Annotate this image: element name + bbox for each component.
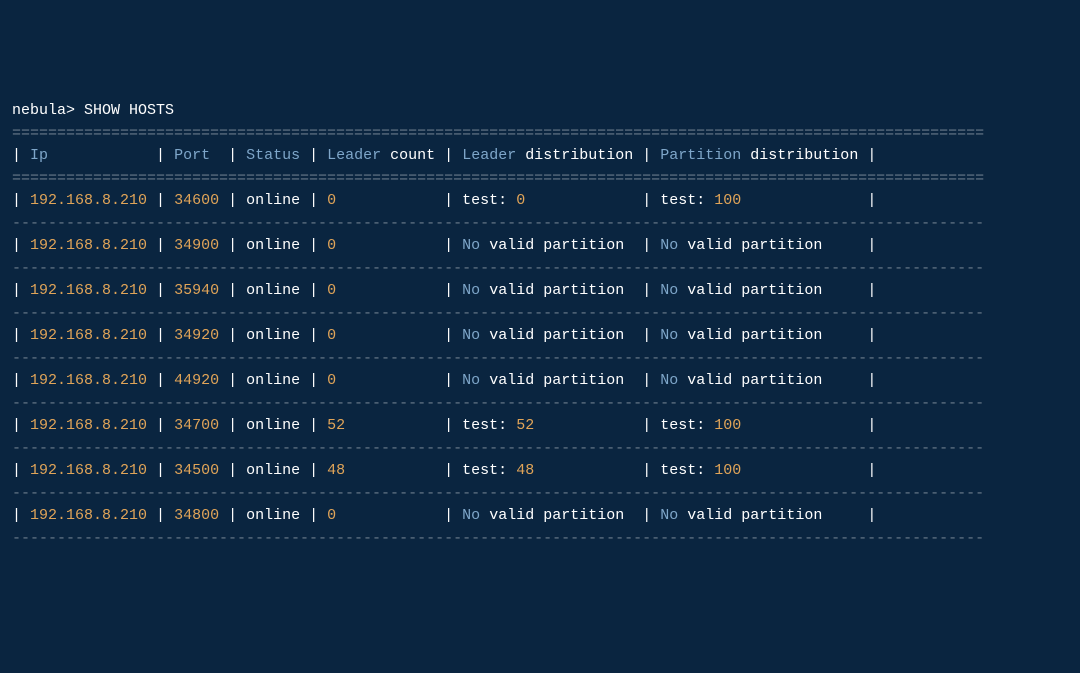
rule-line: ----------------------------------------… bbox=[12, 258, 1068, 281]
table-row: | 192.168.8.210 | 35940 | online | 0 | N… bbox=[12, 280, 1068, 303]
cell-leader-count: 0 bbox=[327, 282, 435, 299]
header-row: | Ip | Port | Status | Leader count | Le… bbox=[12, 145, 1068, 168]
cell-ip: 192.168.8.210 bbox=[30, 237, 147, 254]
col-ip: Ip bbox=[30, 147, 147, 164]
rule-line: ----------------------------------------… bbox=[12, 438, 1068, 461]
rule-single: ----------------------------------------… bbox=[12, 530, 984, 547]
cell-port: 34700 bbox=[174, 417, 219, 434]
rule-line: ========================================… bbox=[12, 168, 1068, 191]
col-port: Port bbox=[174, 147, 219, 164]
cell-leader-count: 0 bbox=[327, 372, 435, 389]
table-row: | 192.168.8.210 | 34900 | online | 0 | N… bbox=[12, 235, 1068, 258]
cell-leader-count: 0 bbox=[327, 507, 435, 524]
cell-leader-count: 52 bbox=[327, 417, 435, 434]
rule-single: ----------------------------------------… bbox=[12, 440, 984, 457]
cell-ip: 192.168.8.210 bbox=[30, 507, 147, 524]
rule-line: ----------------------------------------… bbox=[12, 483, 1068, 506]
cell-port: 34600 bbox=[174, 192, 219, 209]
cell-leader-count: 0 bbox=[327, 237, 435, 254]
table-row: | 192.168.8.210 | 34920 | online | 0 | N… bbox=[12, 325, 1068, 348]
cell-status: online bbox=[246, 192, 300, 209]
cell-port: 34920 bbox=[174, 327, 219, 344]
cell-leader-count: 48 bbox=[327, 462, 435, 479]
table-row: | 192.168.8.210 | 34800 | online | 0 | N… bbox=[12, 505, 1068, 528]
command: SHOW HOSTS bbox=[84, 102, 174, 119]
cell-status: online bbox=[246, 327, 300, 344]
cell-port: 34900 bbox=[174, 237, 219, 254]
cell-port: 35940 bbox=[174, 282, 219, 299]
cell-status: online bbox=[246, 507, 300, 524]
rule-double: ========================================… bbox=[12, 170, 984, 187]
cell-status: online bbox=[246, 372, 300, 389]
rule-line: ----------------------------------------… bbox=[12, 303, 1068, 326]
rule-single: ----------------------------------------… bbox=[12, 260, 984, 277]
table-row: | 192.168.8.210 | 34700 | online | 52 | … bbox=[12, 415, 1068, 438]
rule-line: ========================================… bbox=[12, 123, 1068, 146]
rule-line: ----------------------------------------… bbox=[12, 213, 1068, 236]
rule-single: ----------------------------------------… bbox=[12, 215, 984, 232]
cell-leader-count: 0 bbox=[327, 327, 435, 344]
rule-single: ----------------------------------------… bbox=[12, 350, 984, 367]
rule-line: ----------------------------------------… bbox=[12, 348, 1068, 371]
table-row: | 192.168.8.210 | 34600 | online | 0 | t… bbox=[12, 190, 1068, 213]
table-row: | 192.168.8.210 | 44920 | online | 0 | N… bbox=[12, 370, 1068, 393]
rule-line: ----------------------------------------… bbox=[12, 528, 1068, 551]
cell-ip: 192.168.8.210 bbox=[30, 327, 147, 344]
cell-ip: 192.168.8.210 bbox=[30, 462, 147, 479]
cell-port: 34500 bbox=[174, 462, 219, 479]
table-row: | 192.168.8.210 | 34500 | online | 48 | … bbox=[12, 460, 1068, 483]
cell-leader-count: 0 bbox=[327, 192, 435, 209]
cell-ip: 192.168.8.210 bbox=[30, 417, 147, 434]
rule-line: ----------------------------------------… bbox=[12, 393, 1068, 416]
cell-port: 34800 bbox=[174, 507, 219, 524]
cell-ip: 192.168.8.210 bbox=[30, 372, 147, 389]
rule-single: ----------------------------------------… bbox=[12, 485, 984, 502]
rule-single: ----------------------------------------… bbox=[12, 305, 984, 322]
cell-status: online bbox=[246, 462, 300, 479]
cell-port: 44920 bbox=[174, 372, 219, 389]
rule-single: ----------------------------------------… bbox=[12, 395, 984, 412]
terminal-output: nebula> SHOW HOSTS ======================… bbox=[12, 100, 1068, 550]
cell-status: online bbox=[246, 237, 300, 254]
col-status: Status bbox=[246, 147, 300, 164]
cell-ip: 192.168.8.210 bbox=[30, 282, 147, 299]
prompt-line: nebula> SHOW HOSTS bbox=[12, 100, 1068, 123]
rule-double: ========================================… bbox=[12, 125, 984, 142]
cell-status: online bbox=[246, 417, 300, 434]
cell-status: online bbox=[246, 282, 300, 299]
cell-ip: 192.168.8.210 bbox=[30, 192, 147, 209]
prompt: nebula> bbox=[12, 102, 84, 119]
